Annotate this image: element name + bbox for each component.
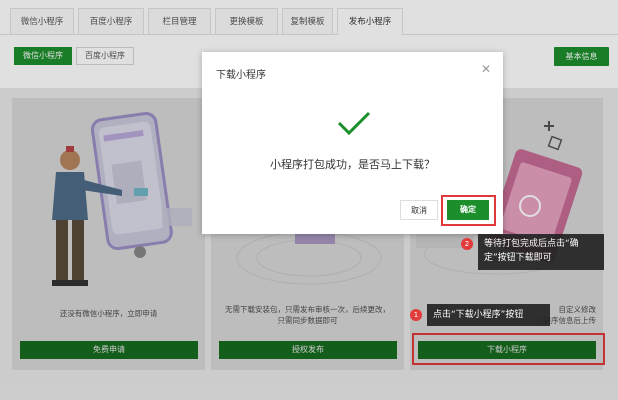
dialog-message: 小程序打包成功，是否马上下载？ (270, 158, 435, 171)
step-2-badge: 2 (461, 238, 473, 250)
step-2-text-line1: 等待打包完成后点击“确 (484, 239, 579, 249)
step-2-callout: 等待打包完成后点击“确 定”按钮下载即可 (478, 234, 604, 270)
step-1-badge: 1 (410, 309, 422, 321)
dialog-title: 下载小程序 (216, 70, 266, 81)
step-1-text: 点击“下载小程序”按钮 (433, 310, 524, 320)
success-check-icon (337, 111, 371, 136)
step-2-text-line2: 定”按钮下载即可 (484, 253, 552, 263)
confirm-button-highlight (441, 195, 496, 226)
step-1-callout: 点击“下载小程序”按钮 (427, 304, 550, 326)
close-icon[interactable]: ✕ (481, 62, 491, 76)
cancel-button[interactable]: 取消 (400, 200, 438, 220)
